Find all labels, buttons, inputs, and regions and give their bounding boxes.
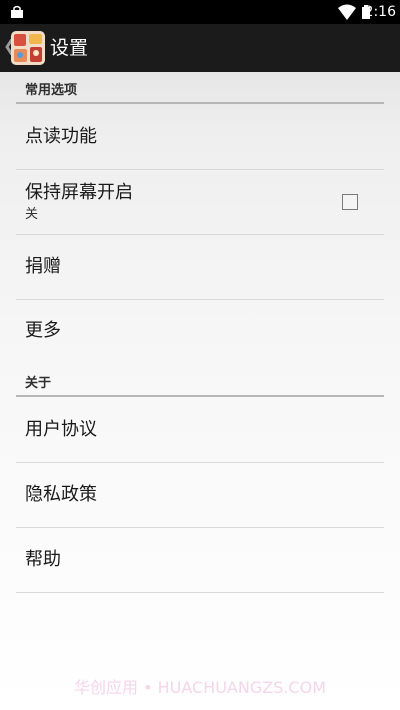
page-title: 设置 [50, 37, 89, 59]
section-header-common: 常用选项 [16, 78, 384, 104]
pref-item-privacy-policy[interactable]: 隐私政策 [16, 463, 384, 528]
pref-item-title: 帮助 [25, 549, 61, 570]
action-bar: ❮ 设置 [0, 24, 400, 72]
keep-screen-on-checkbox[interactable] [342, 194, 358, 210]
pref-item-read-aloud[interactable]: 点读功能 [16, 105, 384, 170]
pref-item-keep-screen-on[interactable]: 保持屏幕开启 关 [16, 170, 384, 235]
up-button[interactable]: ❮ [0, 24, 48, 72]
status-bar: 2:16 [0, 0, 400, 24]
section-header-label: 关于 [25, 376, 52, 391]
pref-item-summary: 关 [25, 207, 39, 222]
pref-item-user-agreement[interactable]: 用户协议 [16, 398, 384, 463]
pref-item-title: 隐私政策 [25, 484, 97, 505]
section-header-label: 常用选项 [25, 83, 78, 98]
status-time: 2:16 [364, 4, 396, 20]
pref-item-title: 点读功能 [25, 126, 97, 147]
wifi-icon [338, 4, 356, 20]
notification-bag-icon [11, 5, 23, 18]
section-header-about: 关于 [16, 371, 384, 397]
pref-item-title: 更多 [25, 320, 61, 341]
pref-item-help[interactable]: 帮助 [16, 528, 384, 593]
pref-item-more[interactable]: 更多 [16, 300, 384, 362]
pref-item-donate[interactable]: 捐赠 [16, 235, 384, 300]
pref-item-title: 用户协议 [25, 419, 97, 440]
watermark: 华创应用 • HUACHUANGZS.COM [73, 678, 327, 697]
app-icon [11, 31, 45, 65]
pref-item-title: 保持屏幕开启 [25, 182, 133, 203]
pref-item-title: 捐赠 [25, 256, 61, 277]
